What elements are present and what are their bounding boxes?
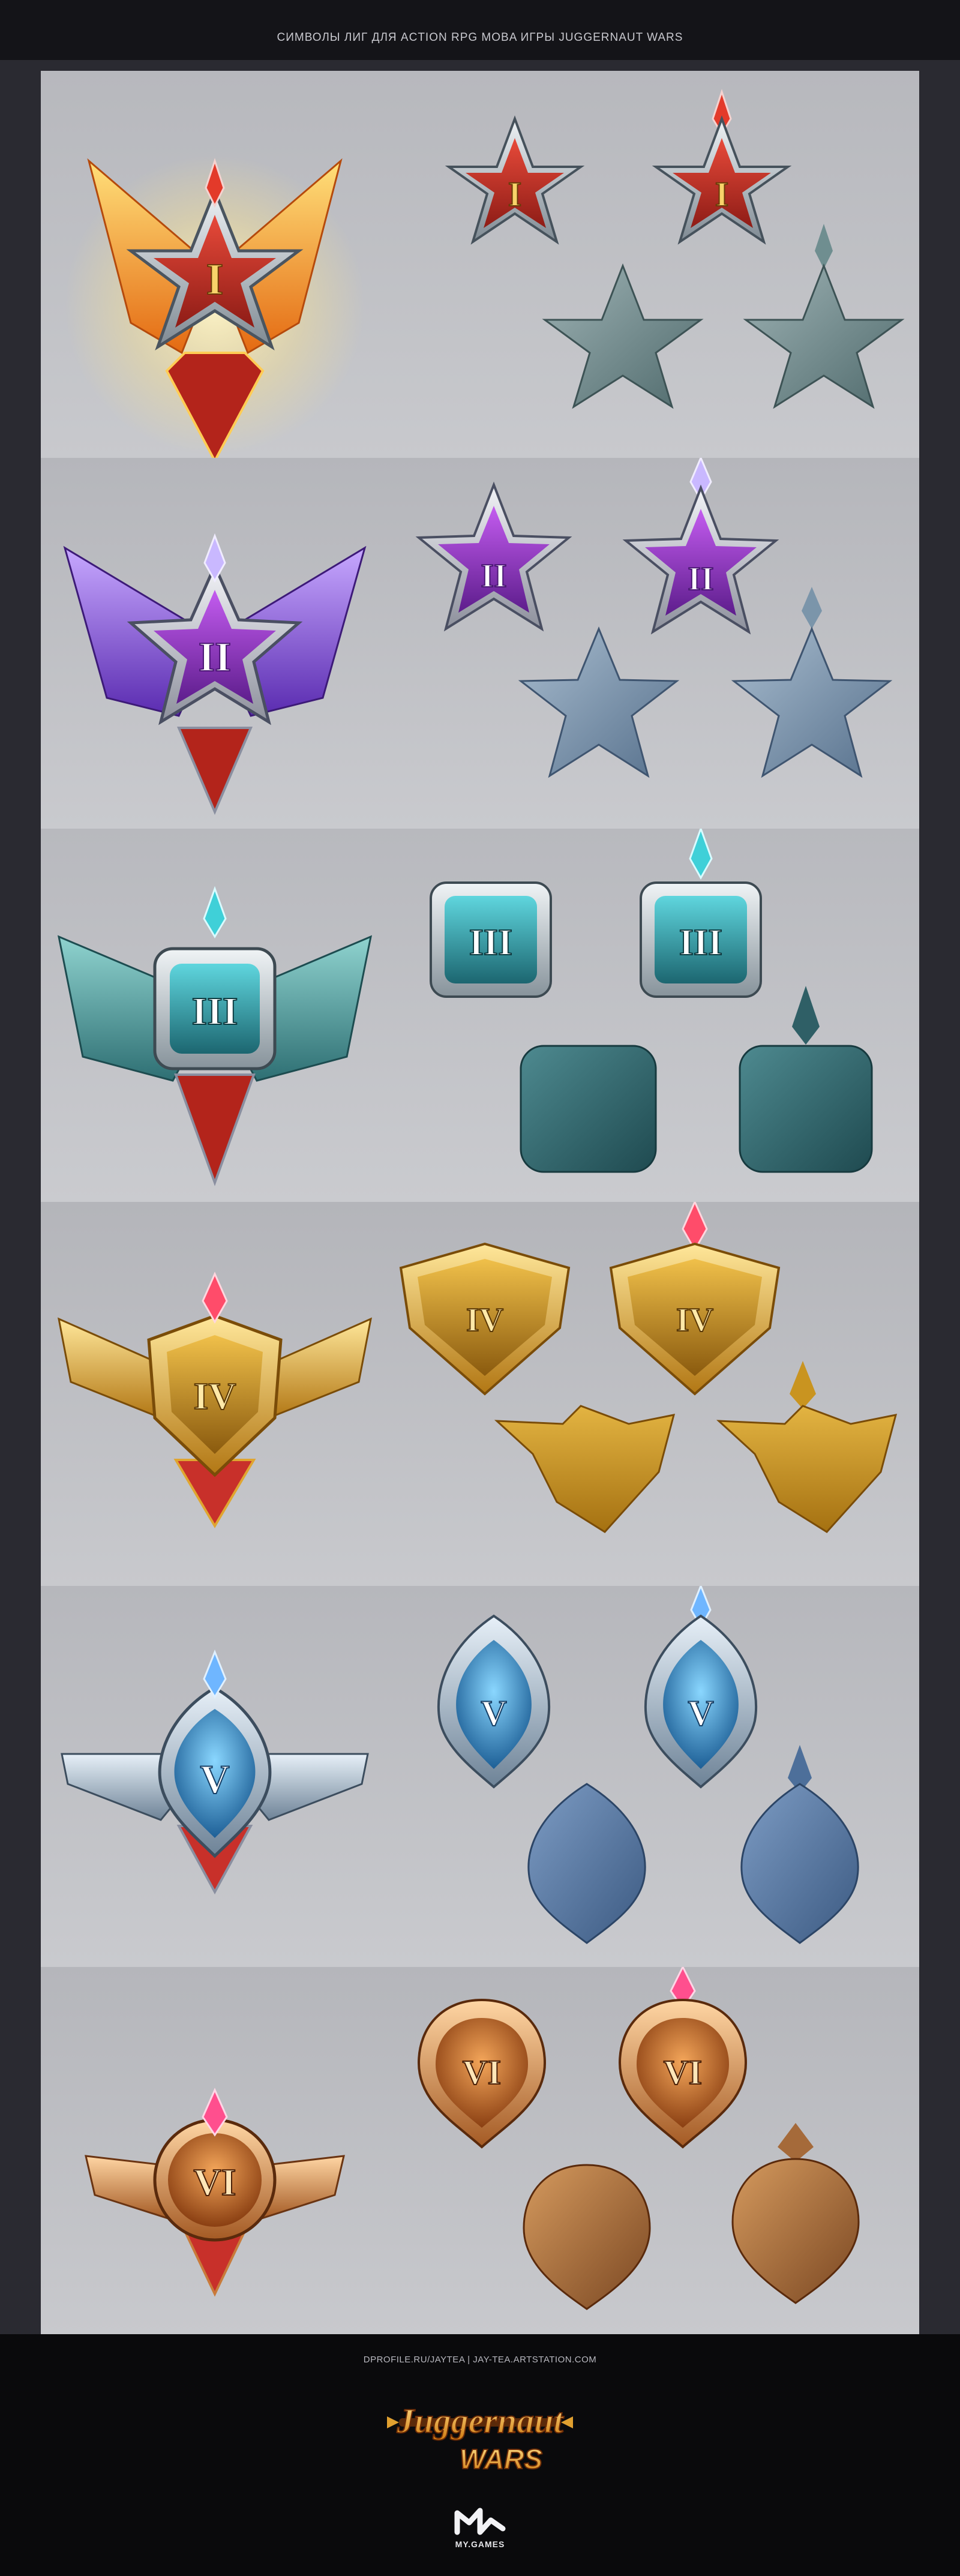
- league-panel-3: III III III: [41, 829, 919, 1202]
- league-1-large-numeral: I: [206, 255, 224, 304]
- league-6-small-gem-numeral: VI: [664, 2053, 702, 2092]
- league-5-small-badge: V: [437, 1614, 551, 1789]
- league-6-small-numeral: VI: [463, 2053, 501, 2092]
- league-4-blank-shape: [494, 1405, 676, 1533]
- mygames-icon: [454, 2508, 506, 2535]
- league-5-small-badge-gem: V: [644, 1586, 758, 1789]
- credits-links: DPROFILE.RU/JAYTEA | JAY-TEA.ARTSTATION.…: [363, 2355, 597, 2365]
- league-panel-1: I I I: [41, 71, 919, 458]
- league-5-blank-shape: [527, 1783, 646, 1944]
- league-2-small-numeral: II: [481, 557, 507, 595]
- league-panel-5: V V V: [41, 1586, 919, 1967]
- league-2-blank-shape: [518, 626, 680, 778]
- page-footer: DPROFILE.RU/JAYTEA | JAY-TEA.ARTSTATION.…: [0, 2334, 960, 2576]
- league-2-small-badge: II: [415, 481, 572, 632]
- league-3-large-badge: III: [57, 886, 373, 1186]
- league-2-small-gem-numeral: II: [688, 560, 714, 598]
- league-4-small-gem-numeral: IV: [676, 1302, 713, 1339]
- league-4-blank-shape-gem: [716, 1361, 898, 1533]
- league-6-small-badge-gem: VI: [618, 1967, 748, 2149]
- league-6-small-badge: VI: [417, 1998, 547, 2149]
- svg-text:WARS: WARS: [460, 2443, 542, 2475]
- league-6-blank-shape-gem: [731, 2123, 860, 2304]
- league-3-blank-shape: [520, 1045, 657, 1173]
- league-6-blank-shape: [523, 2164, 651, 2310]
- page-title: СИМВОЛЫ ЛИГ ДЛЯ ACTION RPG MOBA ИГРЫ JUG…: [277, 31, 683, 44]
- publisher-name: MY.GAMES: [455, 2539, 505, 2549]
- league-5-small-gem-numeral: V: [688, 1693, 713, 1733]
- league-3-large-numeral: III: [191, 989, 238, 1033]
- league-4-small-numeral: IV: [466, 1302, 503, 1339]
- league-1-small-numeral: I: [508, 175, 522, 214]
- league-3-small-gem-numeral: III: [679, 922, 722, 963]
- league-5-large-numeral: V: [200, 1756, 229, 1802]
- league-2-small-badge-gem: II: [622, 458, 779, 635]
- league-1-small-gem-numeral: I: [715, 175, 729, 214]
- mygames-logo: MY.GAMES: [444, 2502, 516, 2556]
- league-2-large-badge: II: [63, 533, 367, 815]
- league-6-large-badge: VI: [85, 2088, 345, 2297]
- league-4-small-badge: IV: [399, 1242, 571, 1396]
- league-4-small-badge-gem: IV: [609, 1202, 781, 1396]
- league-2-large-numeral: II: [199, 634, 231, 680]
- league-3-small-badge: III: [430, 881, 552, 998]
- league-panel-2: II II II: [41, 458, 919, 829]
- badge-showcase: I I I II II II III III III IV IV IV V V …: [0, 60, 960, 2334]
- league-5-large-badge: V: [61, 1649, 369, 1895]
- league-1-large-badge: I: [65, 155, 365, 458]
- league-4-large-badge: IV: [57, 1271, 373, 1528]
- league-1-blank-shape: [542, 263, 704, 409]
- page-header: СИМВОЛЫ ЛИГ ДЛЯ ACTION RPG MOBA ИГРЫ JUG…: [0, 0, 960, 60]
- league-2-blank-shape-gem: [731, 587, 893, 778]
- league-1-small-badge-gem: I: [652, 89, 792, 245]
- league-3-blank-shape-gem: [739, 986, 873, 1173]
- league-6-large-numeral: VI: [193, 2161, 236, 2203]
- svg-text:Juggernaut: Juggernaut: [396, 2401, 564, 2440]
- league-1-blank-shape-gem: [743, 224, 905, 409]
- league-3-small-numeral: III: [469, 922, 512, 963]
- league-5-small-numeral: V: [481, 1693, 506, 1733]
- league-4-large-numeral: IV: [193, 1375, 236, 1417]
- league-panel-4: IV IV IV: [41, 1202, 919, 1586]
- league-5-blank-shape-gem: [740, 1745, 859, 1944]
- league-3-small-badge-gem: III: [640, 829, 762, 998]
- juggernaut-wars-logo: Juggernaut WARS: [387, 2401, 573, 2475]
- league-1-small-badge: I: [445, 115, 585, 245]
- league-panel-6: VI VI VI: [41, 1967, 919, 2334]
